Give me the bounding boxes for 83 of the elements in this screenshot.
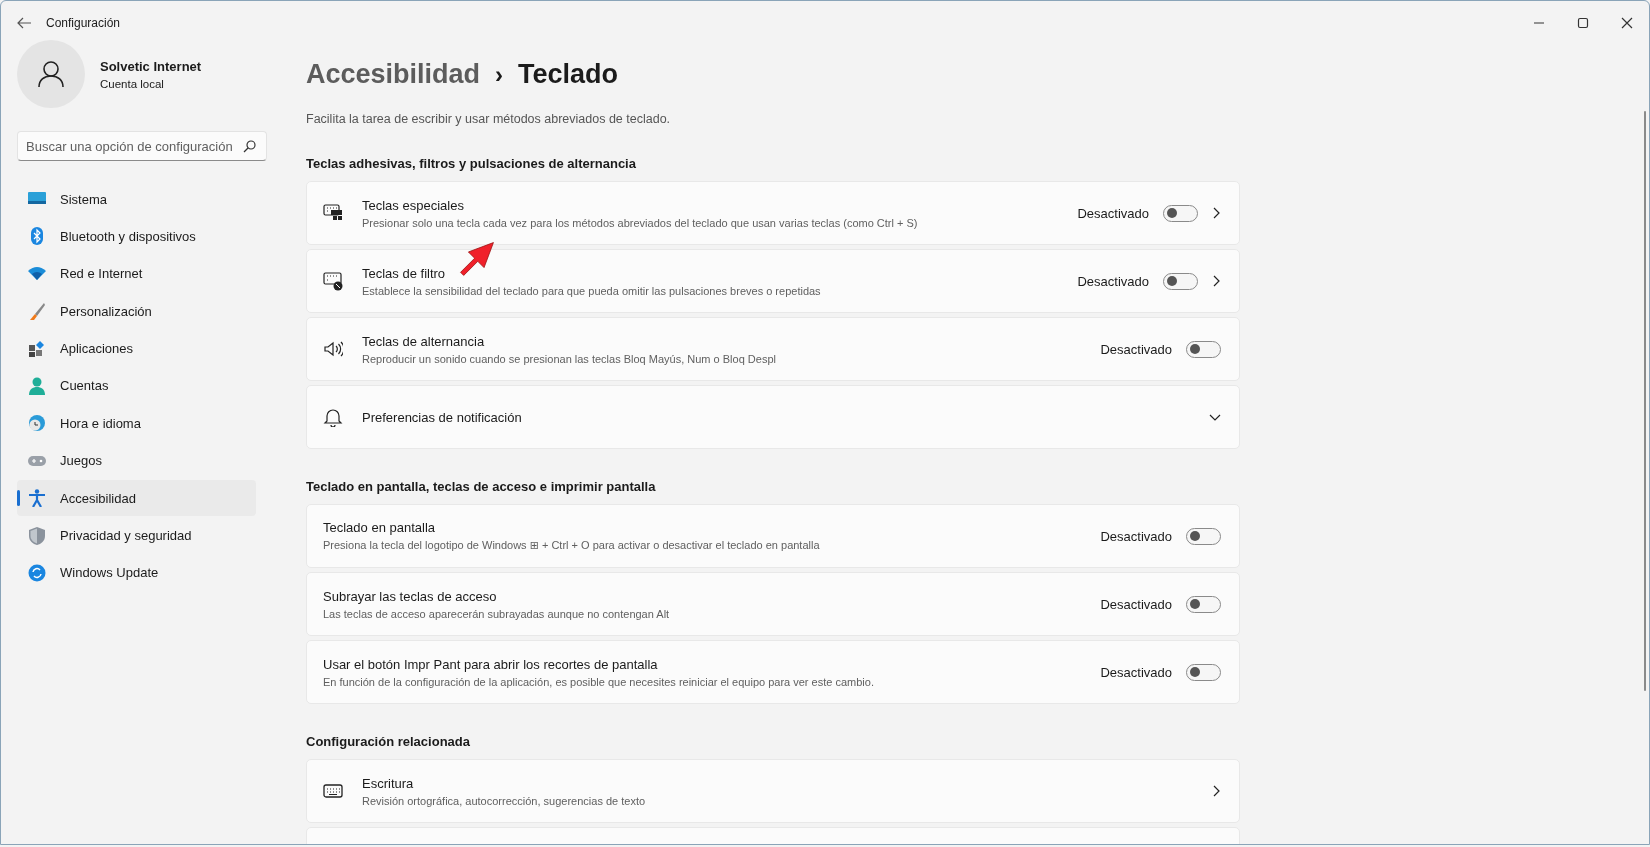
breadcrumb-separator: › bbox=[495, 61, 504, 89]
keyboard-icon bbox=[323, 781, 343, 801]
section-heading: Teclas adhesivas, filtros y pulsaciones de alternancia bbox=[306, 156, 637, 171]
toggle-switch[interactable] bbox=[1186, 663, 1221, 681]
keyboard-keys-icon bbox=[323, 203, 343, 223]
chevron-down-icon bbox=[1209, 412, 1221, 422]
page-description: Facilita la tarea de escribir y usar métodos abreviados de teclado. bbox=[306, 112, 672, 126]
toggle-status: Desactivado bbox=[1100, 664, 1172, 680]
window-title: Configuración bbox=[46, 16, 121, 30]
setting-row[interactable]: Teclas de alternancia Reproducir un sonido cuando se presionan las teclas Bloq Mayús, Num o Bloq Despl Desactivado bbox=[306, 317, 1240, 381]
toggle-switch[interactable] bbox=[1186, 340, 1221, 358]
category-icon bbox=[28, 339, 46, 358]
breadcrumb-link[interactable]: Accesibilidad bbox=[306, 59, 481, 90]
setting-title: Escritura bbox=[362, 775, 415, 791]
category-icon bbox=[28, 414, 46, 433]
toggle-status: Desactivado bbox=[1100, 528, 1172, 544]
setting-title: Teclas especiales bbox=[362, 197, 465, 213]
search-icon bbox=[243, 140, 256, 153]
section-heading: Teclado en pantalla, teclas de acceso e imprimir pantalla bbox=[306, 479, 657, 494]
setting-row[interactable]: Teclas especiales Presionar solo una tecla cada vez para los métodos abreviados del teclado que usan varias teclas (como Ctrl + S) Desactivado bbox=[306, 181, 1240, 245]
setting-row[interactable]: Teclas de filtro Establece la sensibilidad del teclado para que pueda omitir las pulsaciones breves o repetidas Desactivado bbox=[306, 249, 1240, 313]
setting-description: Las teclas de acceso aparecerán subrayadas aunque no contengan Alt bbox=[323, 607, 671, 620]
setting-title: Subrayar las teclas de acceso bbox=[323, 588, 498, 604]
setting-title: Teclas de filtro bbox=[362, 265, 447, 281]
setting-description: Revisión ortográfica, autocorrección, sugerencias de texto bbox=[362, 794, 647, 807]
category-icon bbox=[28, 302, 46, 321]
speaker-icon bbox=[323, 339, 343, 359]
sidebar-item[interactable]: Red e Internet bbox=[17, 255, 256, 292]
toggle-switch[interactable] bbox=[1163, 272, 1198, 290]
sidebar-item[interactable]: Bluetooth y dispositivos bbox=[17, 218, 256, 255]
toggle-switch[interactable] bbox=[1186, 527, 1221, 545]
expandable-row[interactable]: Preferencias de notificación bbox=[306, 385, 1240, 449]
toggle-switch[interactable] bbox=[1163, 204, 1198, 222]
setting-description: Presiona la tecla del logotipo de Windows ⊞ + Ctrl + O para activar o desactivar el teclado en pantalla bbox=[323, 539, 821, 552]
sidebar-item[interactable]: Juegos bbox=[17, 442, 256, 479]
selection-indicator bbox=[17, 490, 20, 507]
category-icon bbox=[28, 489, 46, 508]
sidebar-item[interactable]: Accesibilidad bbox=[17, 480, 256, 517]
toggle-status: Desactivado bbox=[1100, 341, 1172, 357]
category-icon bbox=[28, 563, 46, 582]
sidebar-item[interactable]: Cuentas bbox=[17, 367, 256, 404]
setting-title: Teclado en pantalla bbox=[323, 520, 437, 535]
account-type: Cuenta local bbox=[100, 77, 165, 90]
person-icon bbox=[38, 60, 64, 88]
chevron-right-icon bbox=[1212, 275, 1221, 287]
sidebar-item[interactable]: Personalización bbox=[17, 293, 256, 330]
setting-row[interactable]: Teclado en pantalla Presiona la tecla del logotipo de Windows ⊞ + Ctrl + O para activar o desactivar el teclado en pantalla Desactivado bbox=[306, 504, 1240, 568]
sidebar-item[interactable]: Privacidad y seguridad bbox=[17, 517, 256, 554]
toggle-status: Desactivado bbox=[1077, 273, 1149, 289]
setting-description: Reproducir un sonido cuando se presionan las teclas Bloq Mayús, Num o Bloq Despl bbox=[362, 352, 777, 365]
setting-description: Establece la sensibilidad del teclado para que pueda omitir las pulsaciones breves o repetidas bbox=[362, 284, 822, 297]
keyboard-filter-icon bbox=[323, 271, 343, 291]
close-icon bbox=[1621, 17, 1633, 29]
sidebar-item[interactable]: Hora e idioma bbox=[17, 405, 256, 442]
pointer-arrow bbox=[459, 241, 495, 277]
section-heading: Configuración relacionada bbox=[306, 734, 471, 749]
setting-row[interactable]: Usar el botón Impr Pant para abrir los recortes de pantalla En función de la configuración de la aplicación, es posible que necesites reiniciar el equipo para ver este cambio. Desactivado bbox=[306, 640, 1240, 704]
category-icon bbox=[28, 227, 46, 246]
sidebar-item[interactable]: Aplicaciones bbox=[17, 330, 256, 367]
category-icon bbox=[28, 264, 46, 283]
scrollbar[interactable] bbox=[1644, 111, 1646, 691]
setting-description: Presionar solo una tecla cada vez para los métodos abreviados del teclado que usan varias teclas (como Ctrl + S) bbox=[362, 216, 919, 229]
bell-icon bbox=[323, 407, 343, 427]
setting-description: En función de la configuración de la aplicación, es posible que necesites reiniciar el equipo para ver este cambio. bbox=[323, 675, 875, 688]
maximize-icon bbox=[1577, 17, 1589, 29]
page-title: Teclado bbox=[518, 59, 619, 90]
chevron-right-icon bbox=[1212, 207, 1221, 219]
toggle-switch[interactable] bbox=[1186, 595, 1221, 613]
category-icon bbox=[28, 526, 46, 545]
setting-title: Usar el botón Impr Pant para abrir los recortes de pantalla bbox=[323, 656, 659, 672]
toggle-status: Desactivado bbox=[1100, 596, 1172, 612]
sidebar-item[interactable]: Windows Update bbox=[17, 554, 256, 591]
setting-row[interactable]: Subrayar las teclas de acceso Las teclas de acceso aparecerán subrayadas aunque no contengan Alt Desactivado bbox=[306, 572, 1240, 636]
link-row[interactable]: Escritura Revisión ortográfica, autocorrección, sugerencias de texto bbox=[306, 759, 1240, 823]
setting-title: Preferencias de notificación bbox=[362, 409, 523, 425]
profile-name: Solvetic Internet bbox=[100, 58, 202, 74]
chevron-right-icon bbox=[1212, 785, 1221, 797]
sidebar-item[interactable]: Sistema bbox=[17, 181, 256, 217]
search-field[interactable]: Buscar una opción de configuración bbox=[17, 131, 267, 161]
setting-title: Teclas de alternancia bbox=[362, 333, 486, 349]
back-icon[interactable] bbox=[16, 15, 32, 31]
category-icon bbox=[28, 376, 46, 395]
toggle-status: Desactivado bbox=[1077, 205, 1149, 221]
